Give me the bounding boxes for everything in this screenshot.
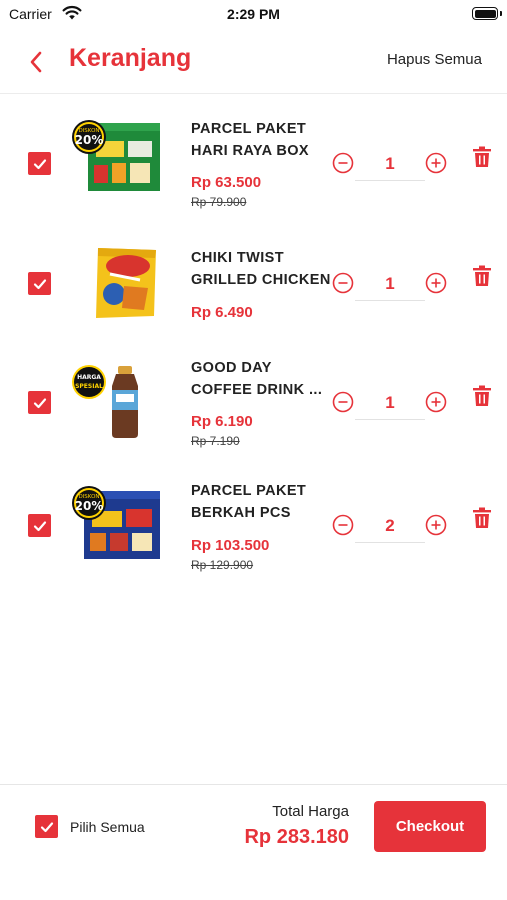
product-old-price: Rp 79.900 xyxy=(191,195,247,209)
quantity-underline xyxy=(355,542,425,543)
checkmark-icon xyxy=(33,278,46,289)
product-old-price: Rp 7.190 xyxy=(191,434,240,448)
checkmark-icon xyxy=(33,397,46,408)
product-old-price: Rp 129.900 xyxy=(191,558,254,572)
item-checkbox[interactable] xyxy=(28,514,51,537)
product-name-line1: CHIKI TWIST xyxy=(191,250,285,266)
product-name-line1: PARCEL PAKET xyxy=(191,483,307,499)
product-name-line2: GRILLED CHICKEN xyxy=(191,272,331,288)
battery-tip xyxy=(500,11,502,16)
minus-circle-icon[interactable] xyxy=(332,391,354,413)
total-value: Rp 283.180 xyxy=(244,826,349,848)
trash-icon[interactable] xyxy=(472,507,492,529)
quantity-underline xyxy=(355,300,425,301)
badge-top-text: HARGA xyxy=(77,374,101,381)
product-price: Rp 103.500 xyxy=(191,537,270,554)
trash-icon[interactable] xyxy=(472,265,492,287)
product-image-good-day-coffee: HARGA SPESIAL xyxy=(72,365,138,438)
select-all-checkbox[interactable] xyxy=(35,815,58,838)
product-image-chiki-twist xyxy=(96,248,156,318)
quantity-underline xyxy=(355,180,425,181)
product-name-line1: PARCEL PAKET xyxy=(191,121,307,137)
product-name-line1: GOOD DAY xyxy=(191,360,272,376)
product-name-line2: COFFEE DRINK ... xyxy=(191,382,323,398)
quantity-value[interactable]: 2 xyxy=(355,516,425,536)
plus-circle-icon[interactable] xyxy=(425,152,447,174)
cart-footer: Pilih Semua Total Harga Rp 283.180 Check… xyxy=(0,784,507,900)
cart-item: DISKON 20% PARCEL PAKET HARI RAYA BOX Rp… xyxy=(0,95,507,215)
minus-circle-icon[interactable] xyxy=(332,514,354,536)
quantity-value[interactable]: 1 xyxy=(355,154,425,174)
status-bar: Carrier 2:29 PM xyxy=(0,0,507,30)
minus-circle-icon[interactable] xyxy=(332,272,354,294)
back-button[interactable] xyxy=(22,48,50,76)
quantity-underline xyxy=(355,419,425,420)
plus-circle-icon[interactable] xyxy=(425,391,447,413)
cart-item: CHIKI TWIST GRILLED CHICKEN Rp 6.490 1 xyxy=(0,224,507,344)
badge-value-text: 20% xyxy=(75,133,104,147)
clear-all-button[interactable]: Hapus Semua xyxy=(387,51,482,68)
checkmark-icon xyxy=(33,158,46,169)
app-header: Keranjang Hapus Semua xyxy=(0,30,507,94)
back-chevron-icon xyxy=(30,51,42,73)
item-checkbox[interactable] xyxy=(28,152,51,175)
checkmark-icon xyxy=(40,821,53,832)
quantity-value[interactable]: 1 xyxy=(355,274,425,294)
product-price: Rp 63.500 xyxy=(191,174,262,191)
product-image-parcel-hari-raya: DISKON 20% xyxy=(72,120,160,191)
product-price: Rp 6.490 xyxy=(191,304,253,321)
minus-circle-icon[interactable] xyxy=(332,152,354,174)
badge-bottom-text: SPESIAL xyxy=(75,383,103,390)
badge-value-text: 20% xyxy=(75,499,104,513)
item-checkbox[interactable] xyxy=(28,272,51,295)
quantity-value[interactable]: 1 xyxy=(355,393,425,413)
battery-icon xyxy=(472,7,498,20)
checkmark-icon xyxy=(33,520,46,531)
page-title: Keranjang xyxy=(69,44,192,72)
trash-icon[interactable] xyxy=(472,385,492,407)
product-image-parcel-berkah: DISKON 20% xyxy=(72,486,160,559)
cart-item: DISKON 20% PARCEL PAKET BERKAH PCS Rp 10… xyxy=(0,471,507,591)
product-price: Rp 6.190 xyxy=(191,413,253,430)
checkout-button[interactable]: Checkout xyxy=(374,801,486,852)
total-label: Total Harga xyxy=(272,803,349,820)
plus-circle-icon[interactable] xyxy=(425,272,447,294)
clock: 2:29 PM xyxy=(227,6,280,22)
product-name-line2: BERKAH PCS xyxy=(191,505,291,521)
cart-item: HARGA SPESIAL GOOD DAY COFFEE DRINK ... … xyxy=(0,348,507,468)
trash-icon[interactable] xyxy=(472,146,492,168)
plus-circle-icon[interactable] xyxy=(425,514,447,536)
item-checkbox[interactable] xyxy=(28,391,51,414)
select-all-label[interactable]: Pilih Semua xyxy=(70,819,145,835)
product-name-line2: HARI RAYA BOX xyxy=(191,143,310,159)
